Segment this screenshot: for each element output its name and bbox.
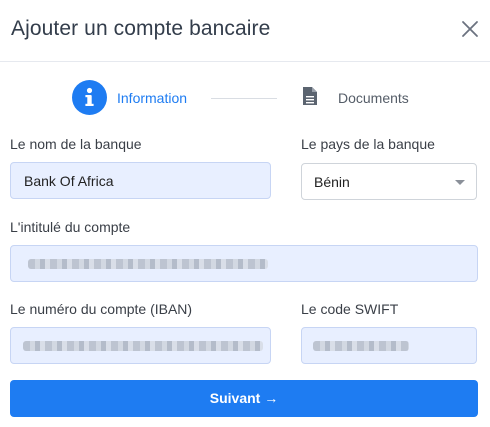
dialog-title: Ajouter un compte bancaire [11,17,271,40]
chevron-down-icon [455,180,465,185]
bank-country-label: Le pays de la banque [301,136,435,152]
swift-input[interactable] [301,327,477,364]
next-button[interactable]: Suivant → [10,380,478,417]
next-button-label: Suivant [209,390,261,406]
bank-name-input[interactable]: Bank Of Africa [10,162,271,199]
document-icon [302,86,318,111]
step-information-label[interactable]: Information [117,90,187,106]
iban-input[interactable] [10,327,271,364]
bank-name-value: Bank Of Africa [24,173,114,189]
step-documents-label[interactable]: Documents [338,90,409,106]
redacted-account-title [28,259,268,269]
iban-label: Le numéro du compte (IBAN) [10,301,193,317]
step-connector [211,98,277,99]
dialog-header: Ajouter un compte bancaire [0,0,490,62]
bank-country-select[interactable]: Bénin [301,163,477,200]
account-title-input[interactable] [10,245,478,282]
stepper: Information Documents [0,78,490,118]
swift-label: Le code SWIFT [301,301,399,317]
redacted-iban [23,341,263,351]
bank-name-label: Le nom de la banque [10,136,142,152]
arrow-right-icon: → [264,390,279,406]
redacted-swift [313,341,409,351]
close-icon[interactable] [458,17,482,41]
account-title-label: L'intitulé du compte [10,219,131,235]
bank-country-value: Bénin [314,174,350,190]
info-icon [72,80,107,115]
